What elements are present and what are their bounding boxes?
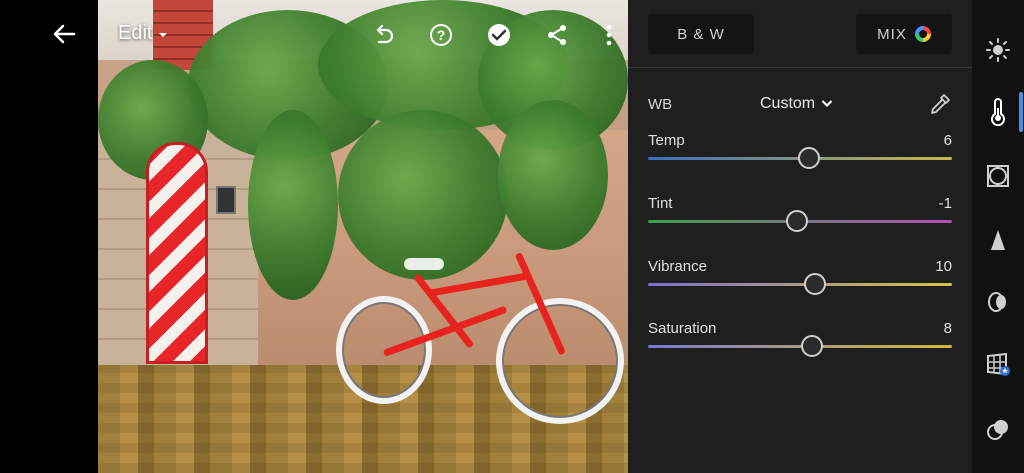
vibrance-thumb[interactable]: [804, 273, 826, 295]
saturation-slider: Saturation 8: [648, 320, 952, 368]
photo-toolbar: Edit ?: [98, 14, 628, 54]
temp-label: Temp: [648, 132, 685, 149]
color-thermometer-icon[interactable]: [984, 98, 1012, 127]
bw-label: B & W: [677, 25, 725, 43]
vibrance-value: 10: [935, 258, 952, 275]
white-balance-row: WB Custom: [648, 92, 952, 118]
tint-label: Tint: [648, 195, 673, 212]
vibrance-slider: Vibrance 10: [648, 258, 952, 306]
photo-ivy: [248, 110, 338, 300]
temp-thumb[interactable]: [798, 147, 820, 169]
left-margin: [0, 0, 98, 473]
photo-ivy: [498, 100, 608, 250]
share-icon[interactable]: [544, 22, 570, 48]
color-panel: B & W MIX WB Custom Temp 6 Tint -1 Vibra…: [628, 0, 972, 473]
vibrance-label: Vibrance: [648, 258, 707, 275]
saturation-value: 8: [943, 320, 952, 337]
temp-value: 6: [943, 132, 952, 149]
more-vertical-icon[interactable]: [596, 22, 622, 48]
edit-mode-dropdown[interactable]: Edit: [118, 22, 168, 45]
vibrance-track[interactable]: [648, 283, 952, 286]
light-icon[interactable]: [984, 36, 1012, 64]
checkmark-icon[interactable]: [486, 22, 512, 48]
mix-button[interactable]: MIX: [856, 14, 952, 54]
detail-icon[interactable]: [984, 226, 1012, 254]
photo-red-door: [146, 142, 208, 364]
panel-header: B & W MIX: [628, 0, 972, 68]
geometry-icon[interactable]: [984, 350, 1012, 378]
svg-text:?: ?: [437, 27, 446, 43]
photo-bike-seat: [404, 258, 444, 270]
chevron-down-icon: [158, 22, 168, 45]
photo-bike-front-wheel: [496, 298, 624, 424]
active-tool-indicator: [1019, 92, 1023, 132]
undo-icon[interactable]: [370, 22, 396, 48]
saturation-label: Saturation: [648, 320, 717, 337]
edit-label: Edit: [118, 22, 153, 44]
photo-canvas[interactable]: [98, 0, 628, 473]
chevron-down-icon: [821, 95, 833, 113]
effects-vignette-icon[interactable]: [984, 162, 1012, 190]
photo-door-sign: [216, 186, 236, 214]
wb-label: WB: [648, 96, 673, 113]
tint-value: -1: [938, 195, 952, 212]
wb-preset-dropdown[interactable]: Custom: [760, 95, 833, 113]
saturation-thumb[interactable]: [801, 335, 823, 357]
presets-icon[interactable]: [984, 416, 1012, 444]
photo-ivy: [338, 110, 508, 280]
tint-slider: Tint -1: [648, 195, 952, 243]
bw-button[interactable]: B & W: [648, 14, 754, 54]
eyedropper-icon[interactable]: [928, 92, 952, 116]
optics-icon[interactable]: [984, 288, 1012, 316]
tint-thumb[interactable]: [786, 210, 808, 232]
back-arrow-icon[interactable]: [50, 20, 78, 48]
tool-rail: [972, 0, 1024, 473]
temp-slider: Temp 6: [648, 132, 952, 180]
help-icon[interactable]: ?: [428, 22, 454, 48]
saturation-track[interactable]: [648, 345, 952, 348]
color-wheel-icon: [914, 26, 931, 42]
wb-value: Custom: [760, 95, 816, 112]
mix-label: MIX: [877, 25, 907, 43]
